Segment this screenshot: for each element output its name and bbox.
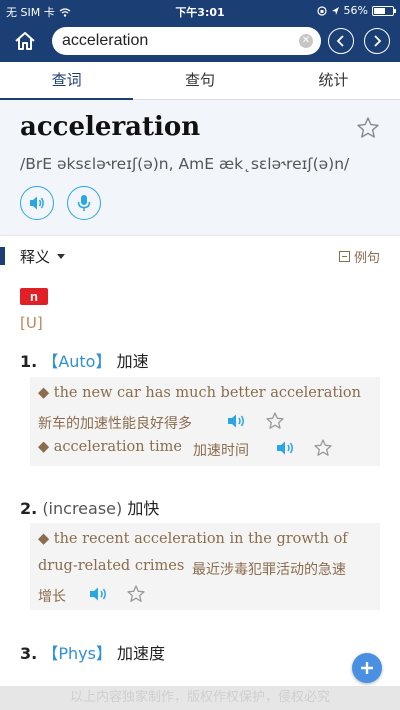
- sense-3: 3. 【Phys】 加速度: [20, 640, 165, 664]
- domain-tag[interactable]: 【Phys】: [42, 644, 112, 663]
- star-icon[interactable]: [265, 411, 285, 431]
- sense-2: 2. (increase) 加快: [20, 495, 159, 519]
- battery-percent: 56%: [343, 4, 368, 17]
- speaker-icon: [30, 196, 44, 210]
- search-box[interactable]: ✕: [52, 27, 321, 55]
- tab-statistics[interactable]: 统计: [267, 62, 400, 99]
- example-english-continued: drug-related crimes: [38, 558, 185, 574]
- example-english: ◆ acceleration time: [38, 439, 182, 455]
- plus-icon: [361, 662, 373, 674]
- back-icon: [336, 35, 344, 47]
- phonetic-transcription: /BrE əksɛlə˞reɪʃ(ə)n, AmE æk˛sɛlə˞reɪʃ(ə…: [20, 155, 350, 173]
- back-button[interactable]: [328, 28, 354, 54]
- star-icon[interactable]: [126, 584, 146, 604]
- sense-number: 3.: [20, 644, 38, 663]
- clear-icon: ✕: [301, 35, 311, 46]
- sense-number: 2.: [20, 499, 38, 518]
- tab-lookup-word[interactable]: 查词: [0, 62, 133, 99]
- record-voice-button[interactable]: [67, 186, 101, 220]
- sense-label: (increase): [42, 499, 123, 518]
- forward-button[interactable]: [364, 28, 390, 54]
- speaker-icon[interactable]: [88, 585, 110, 603]
- orientation-lock-icon: [316, 5, 327, 16]
- headword: acceleration: [20, 112, 201, 142]
- forward-icon: [374, 35, 382, 47]
- sense-1: 1. 【Auto】 加速: [20, 348, 149, 372]
- play-pronunciation-button[interactable]: [20, 186, 54, 220]
- star-icon[interactable]: [313, 438, 333, 458]
- example-chinese: 加速时间: [193, 443, 249, 459]
- top-bar: 无 SIM 卡 下午3:01 56% acceleration ✕: [0, 0, 400, 62]
- section-title-dropdown[interactable]: 释义: [20, 246, 50, 267]
- example-chinese: 最近涉毒犯罪活动的急速: [192, 562, 346, 578]
- example-chinese-continued: 增长: [38, 589, 66, 605]
- part-of-speech-badge: n: [20, 288, 48, 305]
- example-chinese: 新车的加速性能良好得多: [38, 416, 192, 432]
- grammar-note: [U]: [20, 314, 43, 332]
- sense-definition: 加速: [116, 352, 149, 371]
- home-button[interactable]: [10, 27, 40, 55]
- clear-search-button[interactable]: ✕: [299, 34, 313, 48]
- toggle-examples-label: 例句: [353, 251, 380, 266]
- example-english: ◆ the recent acceleration in the growth …: [38, 531, 348, 547]
- home-icon: [15, 32, 35, 50]
- section-marker: [0, 247, 5, 265]
- sense-definition: 加速度: [117, 644, 166, 663]
- collapse-icon: [338, 251, 350, 262]
- definitions-section-header: 释义 例句: [0, 236, 400, 276]
- examples-box: ◆ the recent acceleration in the growth …: [30, 523, 380, 610]
- speaker-icon[interactable]: [226, 412, 248, 430]
- copyright-footer: 以上内容独家制作，版权作权保护，侵权必究: [0, 686, 400, 710]
- favorite-star-icon[interactable]: [356, 116, 380, 140]
- search-input[interactable]: [62, 31, 287, 51]
- sense-number: 1.: [20, 352, 38, 371]
- sense-definition: 加快: [127, 499, 160, 518]
- location-icon: [331, 6, 339, 15]
- dropdown-caret-icon[interactable]: [57, 254, 65, 259]
- domain-tag[interactable]: 【Auto】: [42, 352, 111, 371]
- toggle-examples-button[interactable]: 例句: [338, 247, 380, 266]
- microphone-icon: [77, 195, 91, 211]
- add-button[interactable]: [352, 653, 382, 683]
- battery-icon: [372, 5, 396, 16]
- example-english: ◆ the new car has much better accelerati…: [38, 385, 361, 401]
- status-bar: 无 SIM 卡 下午3:01 56%: [0, 0, 400, 22]
- word-header: acceleration /BrE əksɛlə˞reɪʃ(ə)n, AmE æ…: [0, 100, 400, 236]
- tab-bar: 查词 查句 统计: [0, 62, 400, 100]
- tab-lookup-sentence[interactable]: 查句: [133, 62, 266, 99]
- examples-box: ◆ the new car has much better accelerati…: [30, 377, 380, 466]
- speaker-icon[interactable]: [275, 439, 297, 457]
